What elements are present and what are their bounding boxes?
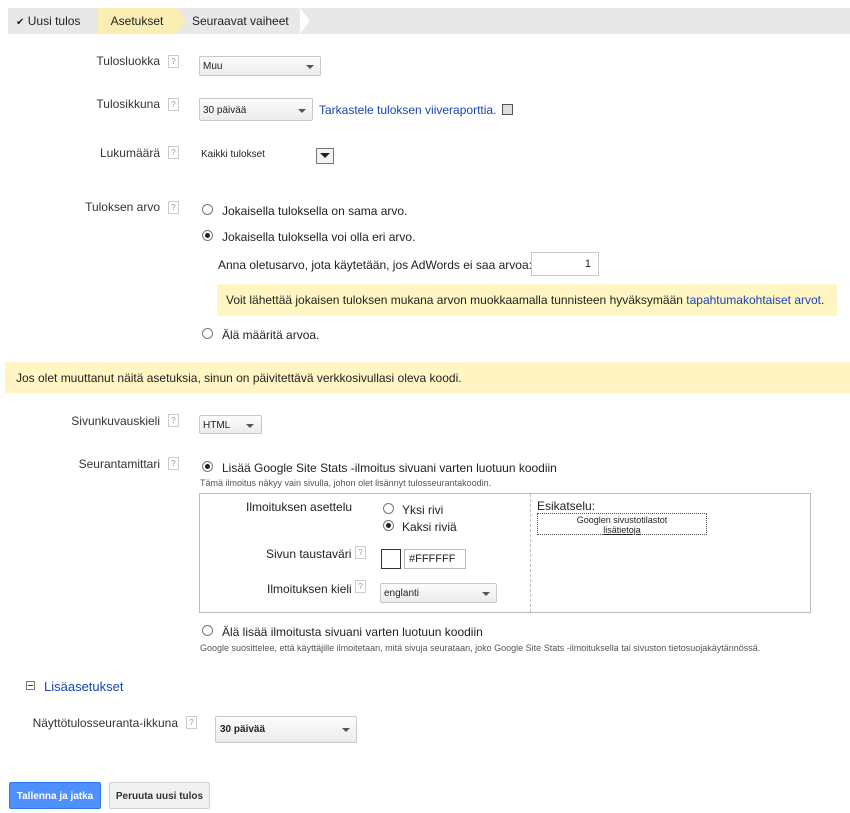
layout-two-lines-label: Kaksi riviä	[402, 520, 457, 534]
chevron-down-icon	[320, 153, 330, 158]
category-label: Tulosluokka	[96, 54, 160, 68]
window-label: Tulosikkuna	[96, 97, 160, 111]
save-button[interactable]: Tallenna ja jatka	[9, 782, 101, 809]
preview-more-info-link[interactable]: lisätietoja	[538, 525, 706, 535]
tracking-add-note: Tämä ilmoitus näkyy vain sivulla, johon …	[200, 478, 492, 488]
count-label: Lukumäärä	[99, 146, 160, 160]
help-icon[interactable]: ?	[355, 546, 366, 559]
delay-report-link[interactable]: Tarkastele tuloksen viiveraporttia.	[319, 103, 513, 117]
value-different-label: Jokaisella tuloksella voi olla eri arvo.	[222, 230, 416, 244]
notification-settings-panel: Ilmoituksen asettelu Yksi rivi Kaksi riv…	[199, 493, 811, 613]
breadcrumb-item-new[interactable]: ✔ Uusi tulos	[16, 8, 80, 34]
help-icon[interactable]: ?	[168, 55, 179, 68]
count-value: Kaikki tulokset	[201, 149, 265, 160]
chevron-down-icon	[298, 109, 306, 113]
value-label: Tuloksen arvo	[85, 200, 160, 214]
layout-two-lines-radio[interactable]	[383, 520, 394, 531]
value-same-label: Jokaisella tuloksella on sama arvo.	[222, 204, 408, 218]
help-icon[interactable]: ?	[168, 414, 179, 427]
event-values-link[interactable]: tapahtumakohtaiset arvot	[686, 293, 821, 307]
breadcrumb-separator	[300, 8, 310, 34]
value-none-label: Älä määritä arvoa.	[222, 328, 320, 342]
collapse-icon[interactable]	[26, 681, 35, 690]
window-select[interactable]: 30 päivää	[199, 98, 313, 121]
external-link-icon	[501, 104, 513, 115]
bg-color-label: Sivun taustaväri	[266, 547, 352, 561]
breadcrumb-item-next-steps[interactable]: Seuraavat vaiheet	[192, 8, 289, 34]
panel-divider	[530, 494, 531, 612]
tracking-skip-note: Google suosittelee, että käyttäjille ilm…	[200, 643, 761, 653]
view-through-select[interactable]: 30 päivää	[215, 716, 357, 743]
help-icon[interactable]: ?	[168, 146, 179, 159]
checkmark-icon: ✔	[16, 17, 25, 28]
tracking-skip-radio[interactable]	[202, 625, 213, 636]
cancel-button[interactable]: Peruuta uusi tulos	[109, 782, 210, 809]
breadcrumb-item-settings[interactable]: Asetukset	[98, 8, 176, 34]
count-dropdown-button[interactable]	[316, 148, 334, 164]
bg-color-input[interactable]: #FFFFFF	[404, 549, 466, 569]
help-icon[interactable]: ?	[186, 716, 197, 729]
chevron-down-icon	[246, 424, 254, 428]
layout-label: Ilmoituksen asettelu	[246, 500, 353, 514]
value-same-radio[interactable]	[202, 204, 213, 215]
help-icon[interactable]: ?	[355, 580, 366, 593]
breadcrumb-separator	[176, 8, 186, 34]
tracking-label: Seurantamittari	[78, 457, 160, 471]
breadcrumb: ✔ Uusi tulos Asetukset Seuraavat vaiheet	[8, 8, 850, 34]
preview-label: Esikatselu:	[537, 499, 596, 513]
chevron-down-icon	[342, 728, 350, 732]
tracking-skip-label: Älä lisää ilmoitusta sivuani varten luot…	[222, 625, 483, 639]
chevron-down-icon	[306, 65, 314, 69]
help-icon[interactable]: ?	[168, 457, 179, 470]
default-value-label: Anna oletusarvo, jota käytetään, jos AdW…	[218, 258, 532, 272]
markup-select[interactable]: HTML	[199, 415, 262, 434]
minus-glyph	[28, 685, 33, 686]
help-icon[interactable]: ?	[168, 201, 179, 214]
breadcrumb-separator	[88, 8, 98, 34]
layout-one-line-label: Yksi rivi	[402, 503, 444, 517]
tracking-add-label: Lisää Google Site Stats -ilmoitus sivuan…	[222, 461, 557, 475]
value-info-box: Voit lähettää jokaisen tuloksen mukana a…	[217, 284, 837, 316]
notice-text: Jos olet muuttanut näitä asetuksia, sinu…	[16, 371, 462, 385]
value-none-radio[interactable]	[202, 328, 213, 339]
markup-label: Sivunkuvauskieli	[71, 414, 160, 428]
help-icon[interactable]: ?	[168, 98, 179, 111]
category-select[interactable]: Muu	[199, 56, 321, 76]
value-info-text: Voit lähettää jokaisen tuloksen mukana a…	[226, 293, 825, 307]
advanced-settings-toggle[interactable]: Lisäasetukset	[44, 679, 124, 694]
site-stats-preview: Googlen sivustotilastot lisätietoja	[537, 513, 707, 535]
code-update-notice: Jos olet muuttanut näitä asetuksia, sinu…	[5, 362, 850, 393]
color-swatch[interactable]	[381, 549, 401, 569]
value-different-radio[interactable]	[202, 230, 213, 241]
default-value-input[interactable]: 1	[531, 252, 599, 276]
notification-language-select[interactable]: englanti	[380, 583, 497, 603]
tracking-add-radio[interactable]	[202, 461, 213, 472]
notification-language-label: Ilmoituksen kieli	[267, 582, 352, 596]
view-through-label: Näyttötulosseuranta-ikkuna	[32, 716, 178, 730]
chevron-down-icon	[482, 592, 490, 596]
layout-one-line-radio[interactable]	[383, 503, 394, 514]
